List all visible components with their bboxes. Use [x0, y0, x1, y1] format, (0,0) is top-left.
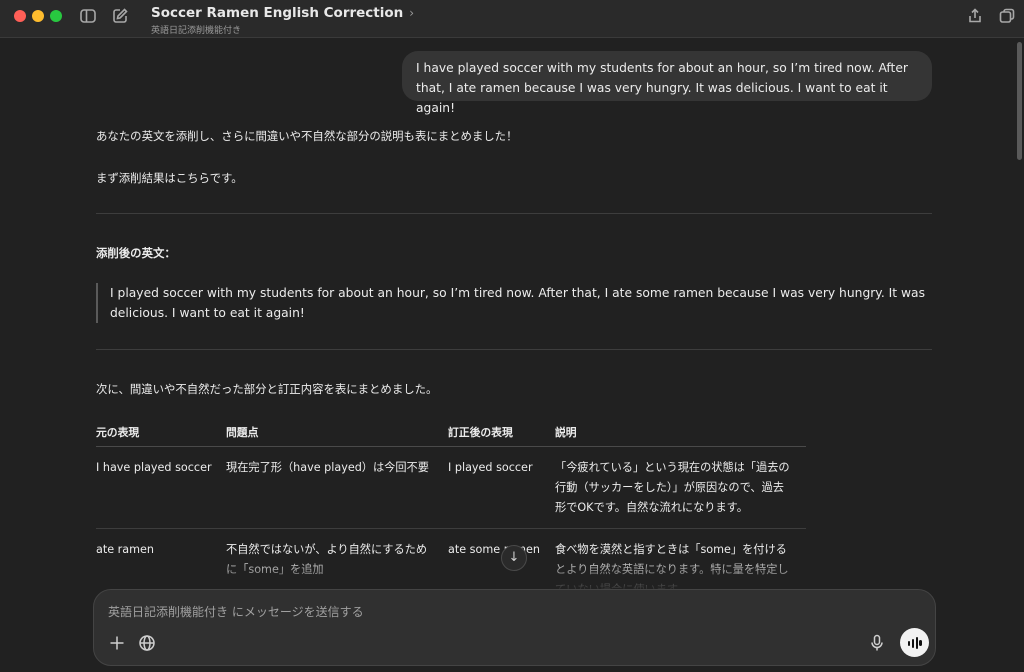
user-message-text: I have played soccer with my students fo… — [416, 61, 908, 115]
microphone-icon[interactable] — [866, 632, 888, 654]
globe-icon[interactable] — [136, 632, 158, 654]
scroll-to-bottom-button[interactable]: ↓ — [501, 545, 527, 571]
title-chevron-icon: › — [409, 6, 415, 20]
table-header-cell: 問題点 — [226, 418, 448, 447]
scrollbar-thumb[interactable] — [1017, 42, 1022, 160]
user-message-bubble: I have played soccer with my students fo… — [402, 51, 932, 115]
table-header-row: 元の表現 問題点 訂正後の表現 説明 — [96, 418, 806, 447]
assistant-intro-text: あなたの英文を添削し、さらに間違いや不自然な部分の説明も表にまとめました！ — [96, 129, 518, 143]
conversation-title-text: Soccer Ramen English Correction — [151, 5, 404, 21]
new-chat-icon[interactable] — [111, 7, 129, 25]
table-cell: I have played soccer — [96, 446, 226, 529]
table-intro-text: 次に、間違いや不自然だった部分と訂正内容を表にまとめました。 — [96, 382, 438, 396]
share-icon[interactable] — [966, 7, 984, 25]
corrected-text: I played soccer with my students for abo… — [110, 286, 925, 320]
zoom-window-button[interactable] — [50, 10, 62, 22]
table-cell: 現在完了形（have played）は今回不要 — [226, 446, 448, 529]
divider — [96, 213, 932, 214]
table-header-cell: 元の表現 — [96, 418, 226, 447]
message-input[interactable] — [108, 602, 808, 622]
table-header-cell: 訂正後の表現 — [448, 418, 555, 447]
voice-mode-icon — [908, 637, 922, 649]
assistant-lead-text: まず添削結果はこちらです。 — [96, 171, 243, 185]
minimize-window-button[interactable] — [32, 10, 44, 22]
table-cell: 「今疲れている」という現在の状態は「過去の行動（サッカーをした）」が原因なので、… — [555, 446, 806, 529]
voice-mode-button[interactable] — [900, 628, 929, 657]
close-window-button[interactable] — [14, 10, 26, 22]
corrected-heading: 添削後の英文： — [96, 246, 176, 260]
new-window-icon[interactable] — [998, 7, 1016, 25]
divider — [96, 349, 932, 350]
sidebar-toggle-icon[interactable] — [79, 7, 97, 25]
gpt-name-subtitle: 英語日記添削機能付き — [151, 26, 242, 36]
table-cell: I played soccer — [448, 446, 555, 529]
arrow-down-icon: ↓ — [508, 550, 520, 565]
table-row: I have played soccer 現在完了形（have played）は… — [96, 446, 806, 529]
corrected-blockquote: I played soccer with my students for abo… — [96, 283, 932, 323]
title-bar: Soccer Ramen English Correction › 英語日記添削機… — [0, 0, 1024, 38]
message-composer — [93, 589, 936, 666]
conversation-title[interactable]: Soccer Ramen English Correction › 英語日記添削機… — [151, 2, 414, 36]
plus-icon[interactable] — [106, 632, 128, 654]
table-header-cell: 説明 — [555, 418, 806, 447]
